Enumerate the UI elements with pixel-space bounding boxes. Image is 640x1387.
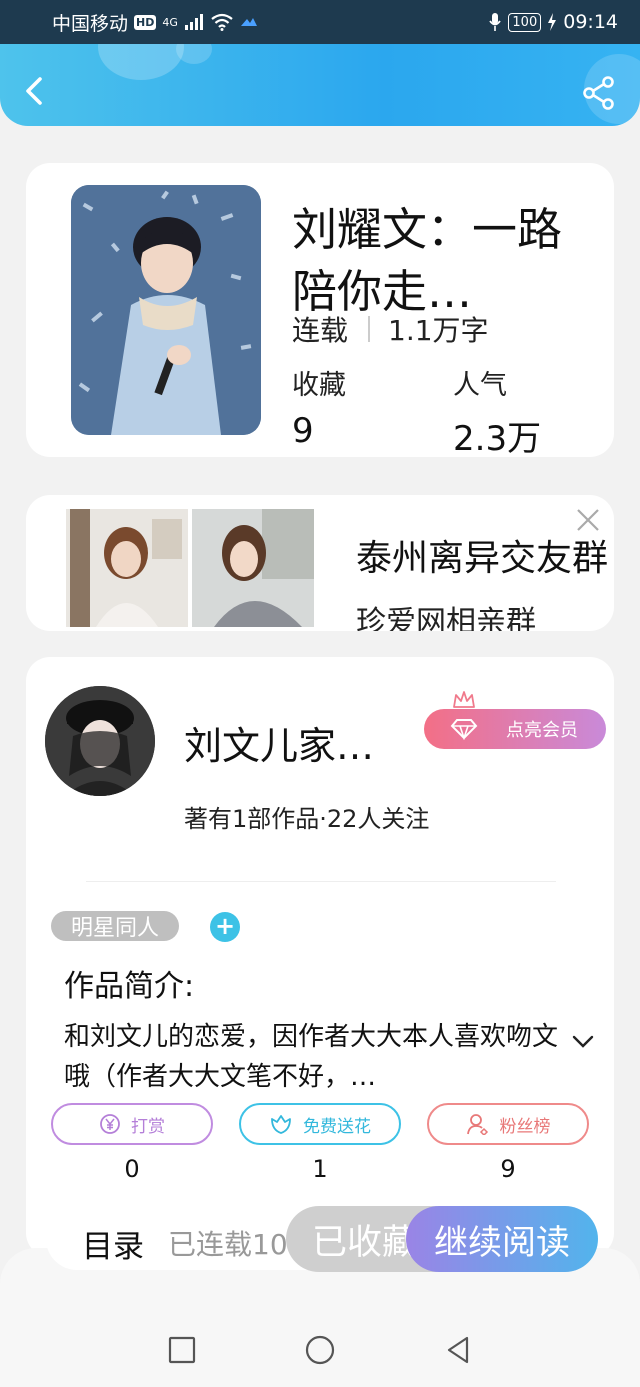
cover-illustration (71, 185, 261, 435)
fans-ranking-label: 粉丝榜 (499, 1116, 551, 1137)
diamond-icon (450, 719, 478, 740)
fans-icon (466, 1114, 488, 1135)
header-bar (0, 44, 640, 126)
flower-count: 1 (312, 1155, 328, 1183)
reward-button[interactable]: 打赏 (51, 1103, 213, 1145)
vip-label: 点亮会员 (506, 720, 578, 741)
continue-reading-button[interactable]: 继续阅读 (406, 1206, 598, 1272)
back-icon[interactable] (18, 74, 52, 108)
reward-label: 打赏 (131, 1116, 165, 1137)
fans-ranking-button[interactable]: 粉丝榜 (427, 1103, 589, 1145)
favorites-value: 9 (292, 411, 314, 451)
network-type: 4G (162, 15, 178, 29)
send-flower-button[interactable]: 免费送花 (239, 1103, 401, 1145)
carrier-name: 中国移动 (52, 12, 129, 35)
table-of-contents-button[interactable]: 目录 (82, 1221, 144, 1266)
author-avatar[interactable] (45, 686, 155, 796)
chevron-down-icon[interactable] (572, 1035, 594, 1049)
vip-button[interactable]: 点亮会员 (424, 709, 606, 749)
signal-icon (184, 14, 203, 30)
send-flower-label: 免费送花 (303, 1116, 371, 1137)
reading-bar: 目录 已连载10 已收藏 继续阅读 (46, 1206, 598, 1272)
ad-image-1 (66, 509, 188, 627)
intro-label: 作品简介: (64, 969, 195, 1004)
coin-icon (100, 1114, 120, 1134)
wifi-icon (211, 13, 233, 31)
favorites-label: 收藏 (292, 370, 346, 401)
charging-icon (548, 13, 557, 31)
word-count: 1.1万字 (388, 314, 489, 347)
ad-subtitle: 珍爱网相亲群 (356, 605, 536, 631)
genre-tag[interactable]: 明星同人 (51, 911, 179, 941)
meta-divider (368, 316, 371, 342)
clock: 09:14 (563, 11, 618, 33)
author-card: 刘文儿家… 著有1部作品·22人关注 点亮会员 明星同人 + 作品简介: 和刘文… (26, 657, 614, 1257)
status-left: 中国移动 HD 4G (52, 9, 258, 36)
book-cover-image[interactable] (71, 185, 261, 435)
close-icon[interactable] (575, 507, 601, 533)
book-meta: 连载 1.1万字 (292, 309, 489, 349)
hd-badge: HD (134, 14, 157, 30)
divider (86, 881, 556, 882)
book-title: 刘耀文：一路陪你走… (292, 203, 563, 318)
fans-count: 9 (500, 1155, 516, 1183)
microphone-icon (489, 13, 502, 31)
system-nav-bar (0, 1312, 640, 1387)
header-decoration (176, 44, 212, 64)
ad-banner[interactable]: 泰州离异交友群 珍爱网相亲群 (26, 495, 614, 631)
crown-icon (453, 691, 475, 708)
share-icon[interactable] (580, 74, 618, 112)
book-info-card: 刘耀文：一路陪你走… 连载 1.1万字 收藏 9 人气 2.3万 (26, 163, 614, 459)
battery-indicator: 100 (508, 12, 542, 32)
reward-count: 0 (124, 1155, 140, 1183)
author-name[interactable]: 刘文儿家… (184, 715, 374, 770)
ad-title: 泰州离异交友群 (356, 538, 609, 579)
author-stats: 著有1部作品·22人关注 (184, 805, 430, 833)
flower-icon (271, 1115, 291, 1134)
home-icon[interactable] (305, 1335, 335, 1365)
header-decoration (98, 44, 184, 80)
ad-image-2 (192, 509, 314, 627)
add-tag-button[interactable]: + (210, 912, 240, 942)
status-right: 100 09:14 (488, 11, 618, 33)
back-nav-icon[interactable] (443, 1335, 473, 1365)
popularity-label: 人气 (453, 370, 507, 401)
app-notification-icon (240, 18, 257, 26)
book-status: 连载 (292, 314, 349, 347)
popularity-value: 2.3万 (453, 419, 542, 459)
intro-text: 和刘文儿的恋爱，因作者大大本人喜欢吻文哦（作者大大文笔不好，… (64, 1022, 558, 1092)
recent-apps-icon[interactable] (167, 1335, 197, 1365)
status-bar: 中国移动 HD 4G 100 09:14 (0, 0, 640, 44)
serial-progress: 已连载10 (168, 1228, 288, 1261)
